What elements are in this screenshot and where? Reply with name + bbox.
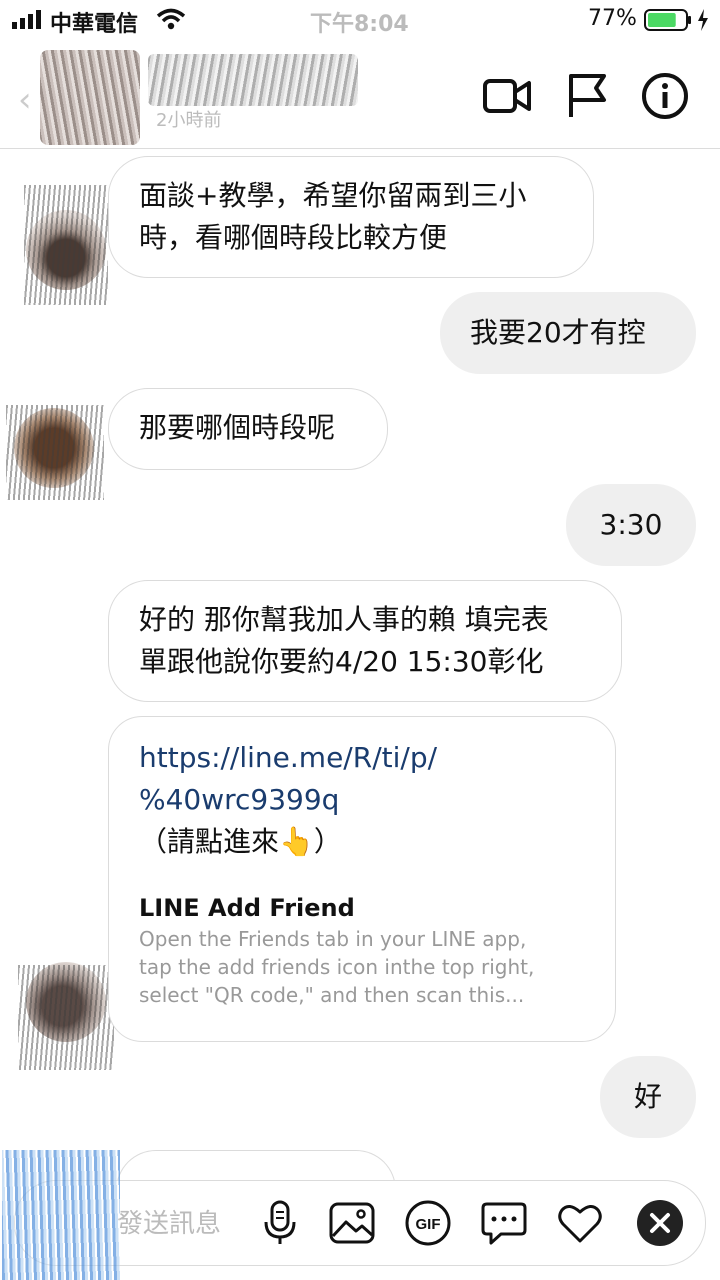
message-text: 單跟他說你要約4/20 15:30彰化 — [139, 645, 544, 678]
message-text: 好的 那你幫我加人事的賴 填完表 — [139, 603, 549, 636]
message-bubble-incoming[interactable]: 那要哪個時段呢 — [108, 388, 388, 470]
charging-icon — [698, 9, 708, 31]
heart-icon[interactable] — [555, 1198, 605, 1248]
battery-percent: 77% — [588, 6, 637, 31]
message-text: 我要20才有控 — [470, 316, 646, 349]
redaction-scribble — [24, 185, 108, 305]
message-bubble-incoming[interactable]: 好的 那你幫我加人事的賴 填完表 單跟他說你要約4/20 15:30彰化 — [108, 580, 622, 702]
redaction-scribble — [18, 965, 114, 1070]
image-icon[interactable] — [327, 1198, 377, 1248]
header-avatar[interactable] — [40, 50, 140, 145]
redaction-scribble — [2, 1150, 120, 1280]
message-text: 那要哪個時段呢 — [139, 411, 336, 444]
message-text: （請點進來👆） — [139, 825, 342, 858]
last-active-status: 2小時前 — [156, 110, 222, 131]
message-input[interactable]: 發送訊息 — [117, 1203, 221, 1240]
message-text: 3:30 — [599, 508, 663, 541]
message-text: 面談+教學，希望你留兩到三小 — [139, 179, 527, 212]
contact-name[interactable] — [148, 54, 358, 106]
link-card-title[interactable]: LINE Add Friend — [139, 891, 585, 925]
link-card-description: Open the Friends tab in your LINE app, — [139, 927, 527, 951]
status-bar: 中華電信 下午8:04 77% — [0, 0, 720, 40]
wifi-icon — [156, 8, 186, 30]
video-call-icon[interactable] — [482, 71, 532, 121]
back-chevron-icon[interactable]: ‹ — [18, 80, 32, 120]
redaction-scribble — [6, 405, 104, 500]
link-card-description: tap the add friends icon inthe top right… — [139, 955, 535, 979]
message-bubble-outgoing[interactable]: 3:30 — [566, 484, 696, 566]
message-link[interactable]: %40wrc9399q — [139, 779, 585, 821]
info-icon[interactable] — [640, 71, 690, 121]
carrier-name: 中華電信 — [50, 12, 139, 37]
link-card-description: select "QR code," and then scan this... — [139, 983, 525, 1007]
gif-icon[interactable]: GIF — [403, 1198, 453, 1248]
cell-signal-icon — [12, 10, 41, 29]
status-time: 下午8:04 — [310, 12, 409, 37]
message-text: 時，看哪個時段比較方便 — [139, 221, 448, 254]
gif-label: GIF — [416, 1216, 441, 1233]
message-bubble-outgoing[interactable]: 好 — [600, 1056, 696, 1138]
message-text: 好 — [633, 1080, 662, 1113]
message-bubble-outgoing[interactable]: 我要20才有控 — [440, 292, 696, 374]
message-bubble-incoming[interactable]: 面談+教學，希望你留兩到三小 時，看哪個時段比較方便 — [108, 156, 594, 278]
microphone-icon[interactable] — [255, 1198, 305, 1248]
flag-icon[interactable] — [562, 71, 612, 121]
battery-icon — [644, 9, 691, 31]
link-preview-bubble[interactable]: https://line.me/R/ti/p/ %40wrc9399q （請點進… — [108, 716, 616, 1042]
close-icon[interactable] — [635, 1198, 685, 1248]
sticker-icon[interactable] — [479, 1198, 529, 1248]
message-link[interactable]: https://line.me/R/ti/p/ — [139, 737, 585, 779]
chat-header: ‹ 2小時前 — [0, 40, 720, 149]
